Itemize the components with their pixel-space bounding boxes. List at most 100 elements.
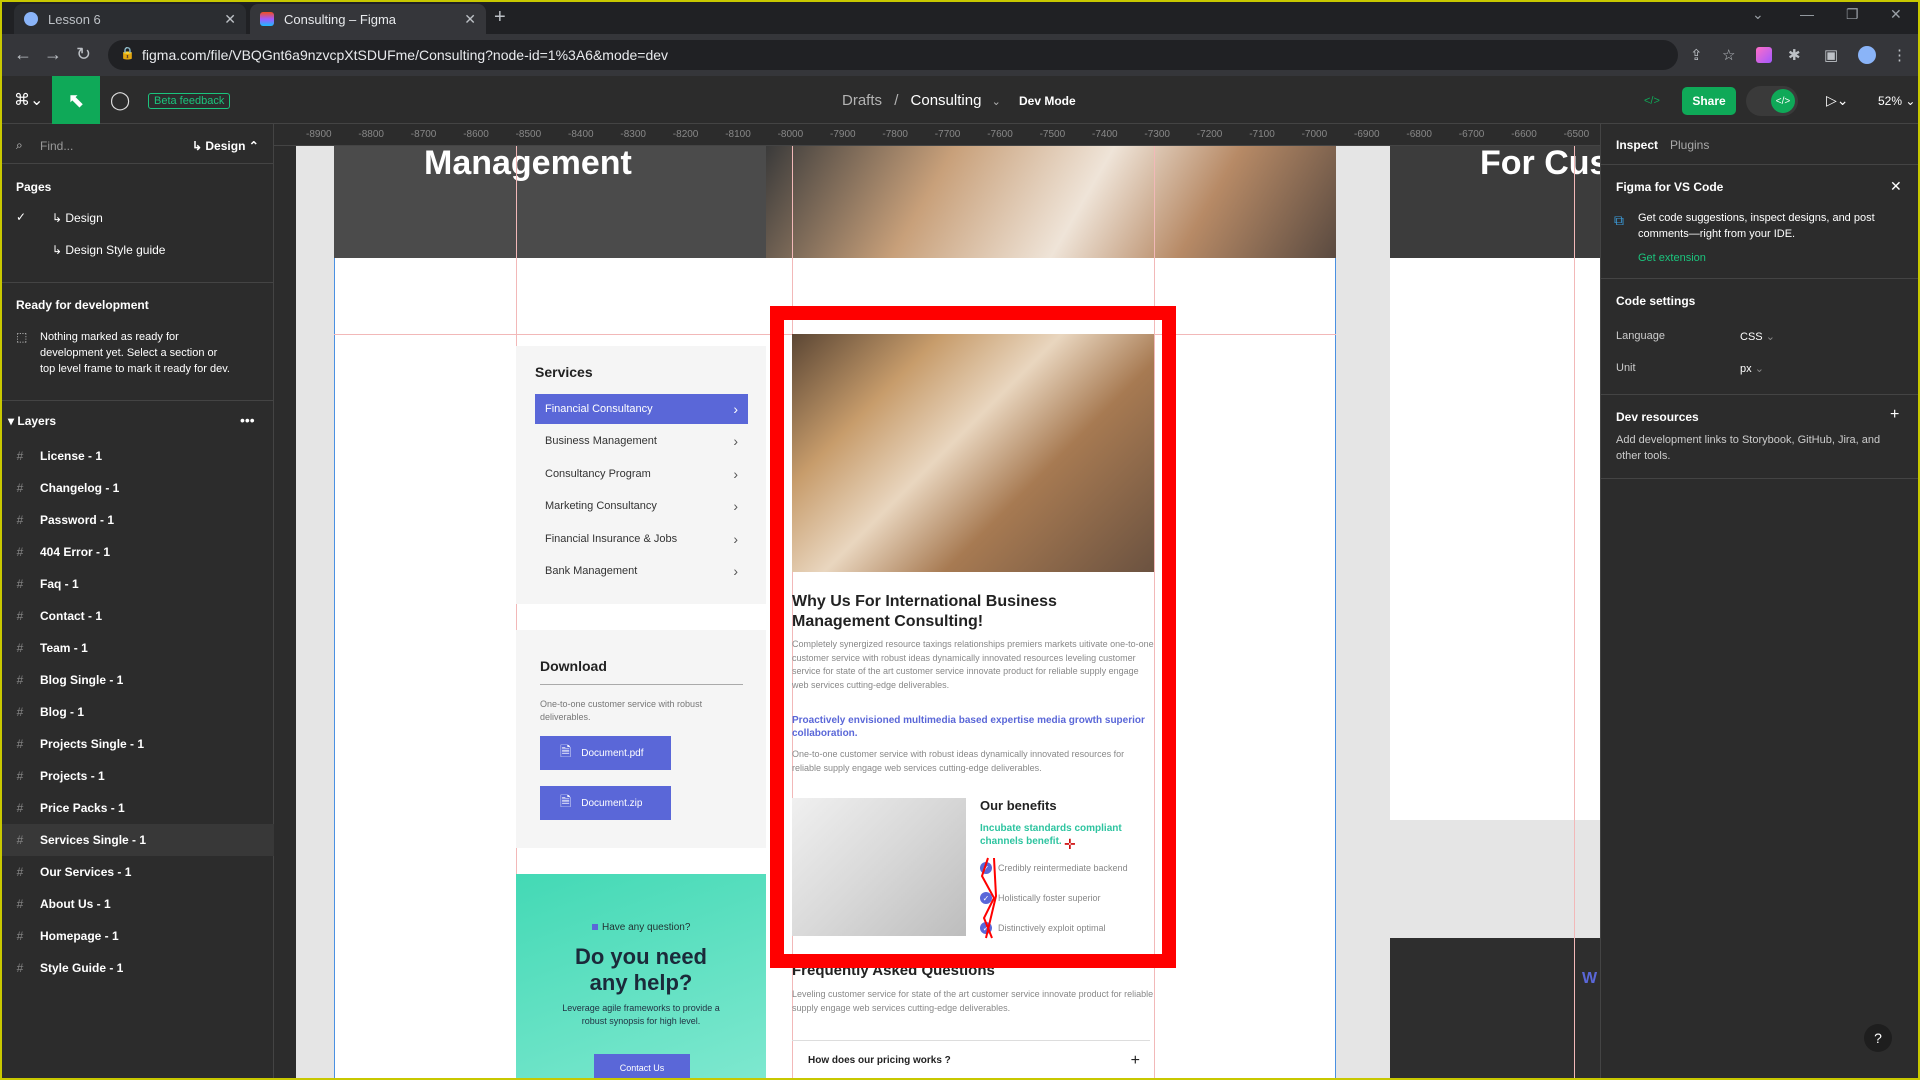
menu-dots-icon[interactable]: ⋮ (1892, 46, 1907, 64)
bookmark-star-icon[interactable]: ☆ (1722, 46, 1735, 64)
reload-icon[interactable]: ↻ (76, 44, 91, 65)
get-extension-link[interactable]: Get extension (1638, 252, 1706, 264)
adjacent-frame[interactable] (1390, 258, 1600, 820)
page-selector[interactable]: ↳ Design ⌃ (192, 139, 259, 153)
avatar[interactable] (1858, 46, 1876, 64)
layer-item[interactable]: # Blog - 1 (0, 696, 274, 728)
document-zip-button[interactable]: 🗎 Document.zip (540, 786, 671, 820)
layer-label: Price Packs - 1 (40, 801, 125, 815)
layout-guide (1574, 146, 1575, 1080)
layer-item[interactable]: #404 Error - 1 (0, 536, 274, 568)
layer-item[interactable]: # Services Single - 1 (0, 824, 274, 856)
layer-item[interactable]: # Projects - 1 (0, 760, 274, 792)
figma-menu-icon[interactable]: ⌘⌄ (14, 90, 43, 110)
layer-item[interactable]: # License - 1 (0, 440, 274, 472)
minimize-button[interactable]: — (1800, 6, 1814, 22)
service-item[interactable]: Business Management › (535, 426, 748, 456)
language-value: CSS (1740, 331, 1763, 343)
browser-tab-lesson[interactable]: Lesson 6 ✕ (14, 4, 246, 34)
service-item[interactable]: Financial Insurance & Jobs › (535, 524, 748, 554)
dev-mode-toggle[interactable]: </> (1746, 86, 1798, 116)
service-item[interactable]: Marketing Consultancy › (535, 491, 748, 521)
language-select[interactable]: CSS ⌄ (1740, 330, 1775, 343)
add-icon[interactable]: + (1890, 406, 1899, 424)
extension-icon[interactable] (1756, 47, 1772, 63)
layer-label: About Us - 1 (40, 897, 111, 911)
chevron-down-icon[interactable]: ⌄ (1752, 6, 1764, 23)
layer-item[interactable]: # Projects Single - 1 (0, 728, 274, 760)
layer-item[interactable]: # Changelog - 1 (0, 472, 274, 504)
layer-item[interactable]: # Style Guide - 1 (0, 952, 274, 984)
lock-icon: 🔒 (120, 46, 135, 60)
help-icon[interactable]: ? (1864, 1024, 1892, 1052)
url-text[interactable]: figma.com/file/VBQGnt6a9nzvcpXtSDUFme/Co… (142, 47, 668, 63)
chevron-down-icon: ⌄ (1754, 363, 1764, 375)
code-brackets-icon[interactable]: </> (1644, 95, 1660, 107)
frame-icon: # (16, 449, 24, 463)
share-button[interactable]: Share (1682, 87, 1736, 115)
file-pdf-icon: 🗎 (560, 743, 572, 759)
browser-tab-figma[interactable]: Consulting – Figma ✕ (250, 4, 486, 34)
ruler-tick: -7400 (1092, 129, 1118, 140)
frame-icon: # (16, 961, 24, 975)
ruler-tick: -8800 (358, 129, 384, 140)
bullet-icon (592, 924, 598, 930)
dev-resources-title: Dev resources (1616, 410, 1699, 424)
unit-select[interactable]: px ⌄ (1740, 362, 1764, 375)
logo-icon: W (1582, 970, 1598, 987)
comment-icon[interactable]: ◯ (110, 90, 130, 111)
layer-item[interactable]: # Blog Single - 1 (0, 664, 274, 696)
document-pdf-button[interactable]: 🗎 Document.pdf (540, 736, 671, 770)
zoom-level[interactable]: 52% ⌄ (1878, 94, 1915, 108)
breadcrumb-drafts[interactable]: Drafts (842, 92, 882, 109)
divider (0, 282, 274, 283)
ruler-tick: -8200 (672, 129, 699, 140)
layers-title[interactable]: ▾ Layers (8, 414, 56, 428)
ruler-tick: -7900 (830, 129, 856, 140)
move-tool-button[interactable]: ⬉ (52, 76, 100, 124)
close-icon[interactable]: ✕ (464, 11, 476, 28)
close-icon[interactable]: ✕ (1890, 178, 1902, 195)
page-item-style-guide[interactable]: ↳ Design Style guide (52, 243, 165, 257)
crosshair-cursor-icon: ✛ (1064, 836, 1076, 852)
layer-item[interactable]: # Faq - 1 (0, 568, 274, 600)
plus-icon[interactable]: + (1131, 1052, 1140, 1070)
breadcrumb-file[interactable]: Consulting (911, 92, 982, 109)
right-panel (1600, 124, 1920, 1080)
chevron-right-icon: › (733, 563, 738, 579)
more-options-icon[interactable]: ••• (240, 412, 255, 428)
share-page-icon[interactable]: ⇪ (1690, 46, 1703, 64)
ruler-tick: -7000 (1301, 129, 1328, 140)
close-window-button[interactable]: ✕ (1890, 6, 1902, 23)
play-icon[interactable]: ▷⌄ (1826, 92, 1849, 109)
puzzle-icon[interactable]: ✱ (1788, 46, 1801, 64)
layer-label: Contact - 1 (40, 609, 103, 623)
frame-icon: # (16, 609, 24, 623)
page-item-design[interactable]: ↳ Design (52, 211, 103, 225)
find-input[interactable]: Find... (40, 139, 73, 153)
beta-feedback-button[interactable]: Beta feedback (148, 93, 231, 109)
breadcrumb-separator: / (894, 92, 899, 109)
layer-item[interactable]: # Password - 1 (0, 504, 274, 536)
layer-item[interactable]: # About Us - 1 (0, 888, 274, 920)
restore-button[interactable]: ❐ (1846, 6, 1859, 23)
service-item[interactable]: Bank Management › (535, 556, 748, 586)
service-item[interactable]: Consultancy Program › (535, 459, 748, 489)
faq-item[interactable]: How does our pricing works ? + (792, 1040, 1150, 1080)
layer-item[interactable]: # Team - 1 (0, 632, 274, 664)
layer-item[interactable]: # Homepage - 1 (0, 920, 274, 952)
contact-us-button[interactable]: Contact Us (594, 1054, 690, 1080)
layer-item[interactable]: # Price Packs - 1 (0, 792, 274, 824)
new-tab-button[interactable]: + (494, 6, 506, 29)
service-item[interactable]: Financial Consultancy › (535, 394, 748, 424)
back-icon[interactable]: ← (14, 44, 32, 65)
tab-inspect[interactable]: Inspect (1616, 138, 1658, 152)
close-icon[interactable]: ✕ (224, 11, 236, 28)
vertical-ruler (274, 146, 296, 1080)
layer-item[interactable]: # Our Services - 1 (0, 856, 274, 888)
side-panel-icon[interactable]: ▣ (1824, 46, 1838, 64)
layer-item[interactable]: # Contact - 1 (0, 600, 274, 632)
tab-plugins[interactable]: Plugins (1670, 138, 1709, 152)
forward-icon[interactable]: → (44, 44, 62, 65)
chevron-down-icon[interactable]: ⌄ (992, 96, 1001, 108)
